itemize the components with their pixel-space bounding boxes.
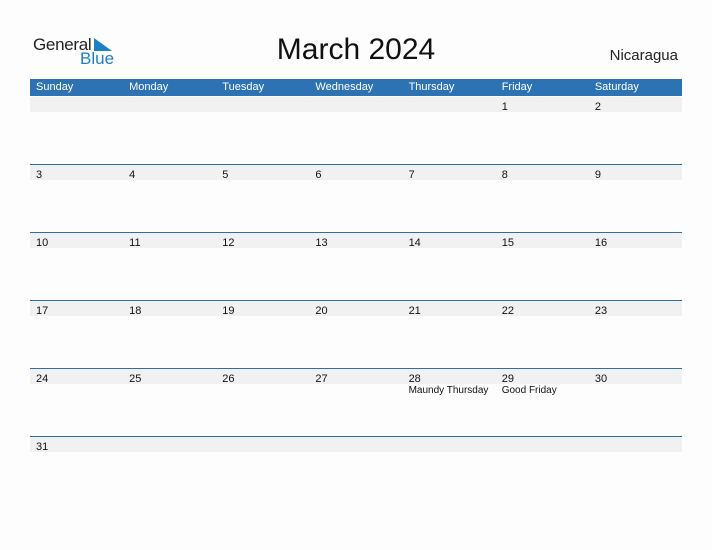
day-cell: 19 xyxy=(216,301,309,317)
day-number: 4 xyxy=(129,169,136,181)
weekday-thursday: Thursday xyxy=(408,81,455,93)
day-number: 8 xyxy=(501,169,508,181)
day-cell: 12 xyxy=(216,233,309,249)
day-cell xyxy=(309,437,402,452)
day-cell: 2 xyxy=(589,97,682,113)
day-number: 27 xyxy=(315,373,328,385)
week-band: 24 25 26 27 28 Maundy Thursday 29 Good Friday 30 xyxy=(30,369,682,396)
day-cell: 7 xyxy=(403,165,496,181)
week-band: 3 4 5 6 7 8 9 xyxy=(30,165,682,181)
calendar-title: March 2024 xyxy=(276,33,436,66)
day-cell xyxy=(216,437,309,452)
weekday-monday: Monday xyxy=(129,81,169,93)
day-cell: 28 Maundy Thursday xyxy=(403,369,496,396)
day-cell xyxy=(403,437,496,452)
week-row: 10 11 12 13 14 15 16 xyxy=(30,232,682,300)
day-cell: 1 xyxy=(496,97,589,113)
week-row: 31 xyxy=(30,436,682,504)
week-band: 31 xyxy=(30,437,682,453)
day-cell: 20 xyxy=(309,301,402,317)
weekday-tuesday: Tuesday xyxy=(222,81,265,93)
day-cell: 17 xyxy=(30,301,123,317)
week-row: 24 25 26 27 28 Maundy Thursday 29 Good Friday 30 xyxy=(30,368,682,436)
weekday-friday: Friday xyxy=(501,81,533,93)
holiday-label: Good Friday xyxy=(501,385,557,396)
day-cell: 27 xyxy=(309,369,402,385)
week-row: 3 4 5 6 7 8 9 xyxy=(30,164,682,232)
week-band: 17 18 19 20 21 22 23 xyxy=(30,301,682,317)
week-band: 10 11 12 13 14 15 16 xyxy=(30,233,682,249)
day-cell: 10 xyxy=(30,233,123,249)
day-number: 25 xyxy=(129,373,142,385)
day-number: 16 xyxy=(594,237,608,249)
day-cell: 29 Good Friday xyxy=(496,369,589,396)
day-number: 13 xyxy=(315,237,328,249)
weeks-container: 1 2 3 4 5 6 7 8 9 10 11 12 13 14 15 16 17 18 19 20 21 22 23 24 2… xyxy=(30,96,682,504)
day-cell xyxy=(123,97,216,112)
week-row: 12 xyxy=(30,96,682,164)
day-cell xyxy=(403,97,496,112)
day-cell: 4 xyxy=(123,165,216,181)
day-number: 18 xyxy=(129,305,142,317)
day-cell xyxy=(30,97,123,112)
day-cell: 5 xyxy=(216,165,309,181)
day-number: 1 xyxy=(501,101,508,113)
holiday-label: Maundy Thursday xyxy=(408,385,489,396)
day-cell: 25 xyxy=(123,369,216,385)
day-number: 31 xyxy=(36,441,49,453)
day-number: 11 xyxy=(129,237,141,249)
day-cell xyxy=(216,97,309,112)
day-cell: 8 xyxy=(496,165,589,181)
day-cell: 26 xyxy=(216,369,309,385)
weekday-sunday: Sunday xyxy=(36,81,74,93)
day-cell xyxy=(496,437,589,452)
day-cell: 31 xyxy=(30,437,123,453)
day-cell: 15 xyxy=(496,233,589,249)
weekday-header: Sunday Monday Tuesday Wednesday Thursday… xyxy=(30,79,682,96)
day-number: 9 xyxy=(594,169,601,181)
day-number: 19 xyxy=(222,305,235,317)
day-number: 21 xyxy=(408,305,421,317)
day-cell xyxy=(309,97,402,112)
day-cell: 14 xyxy=(403,233,496,249)
day-cell: 9 xyxy=(589,165,682,181)
day-cell: 22 xyxy=(496,301,589,317)
day-number: 30 xyxy=(594,373,608,385)
day-number: 6 xyxy=(315,169,322,181)
weekday-saturday: Saturday xyxy=(594,81,639,93)
day-number: 26 xyxy=(222,373,235,385)
day-number: 12 xyxy=(222,237,235,249)
day-number: 3 xyxy=(36,169,43,181)
day-number: 2 xyxy=(594,101,601,113)
day-cell: 3 xyxy=(30,165,123,181)
day-number: 24 xyxy=(36,373,49,385)
week-band: 12 xyxy=(30,97,682,113)
week-row: 17 18 19 20 21 22 23 xyxy=(30,300,682,368)
day-number: 23 xyxy=(594,305,608,317)
day-number: 15 xyxy=(501,237,514,249)
country-label: Nicaragua xyxy=(609,47,678,64)
day-cell: 21 xyxy=(403,301,496,317)
day-number: 5 xyxy=(222,169,229,181)
day-number: 10 xyxy=(36,237,49,249)
day-cell xyxy=(123,437,216,452)
day-number: 20 xyxy=(315,305,328,317)
day-cell: 13 xyxy=(309,233,402,249)
day-number: 7 xyxy=(408,169,415,181)
day-cell: 11 xyxy=(123,233,216,249)
calendar-grid: Sunday Monday Tuesday Wednesday Thursday… xyxy=(30,79,682,504)
day-cell: 16 xyxy=(589,233,682,249)
day-cell: 24 xyxy=(30,369,123,385)
day-number: 17 xyxy=(36,305,49,317)
day-cell: 23 xyxy=(589,301,682,317)
day-cell: 6 xyxy=(309,165,402,181)
day-cell: 18 xyxy=(123,301,216,317)
day-cell: 30 xyxy=(589,369,682,385)
day-number: 14 xyxy=(408,237,421,249)
weekday-wednesday: Wednesday xyxy=(315,81,374,93)
day-number: 22 xyxy=(501,305,514,317)
day-cell xyxy=(589,437,682,452)
